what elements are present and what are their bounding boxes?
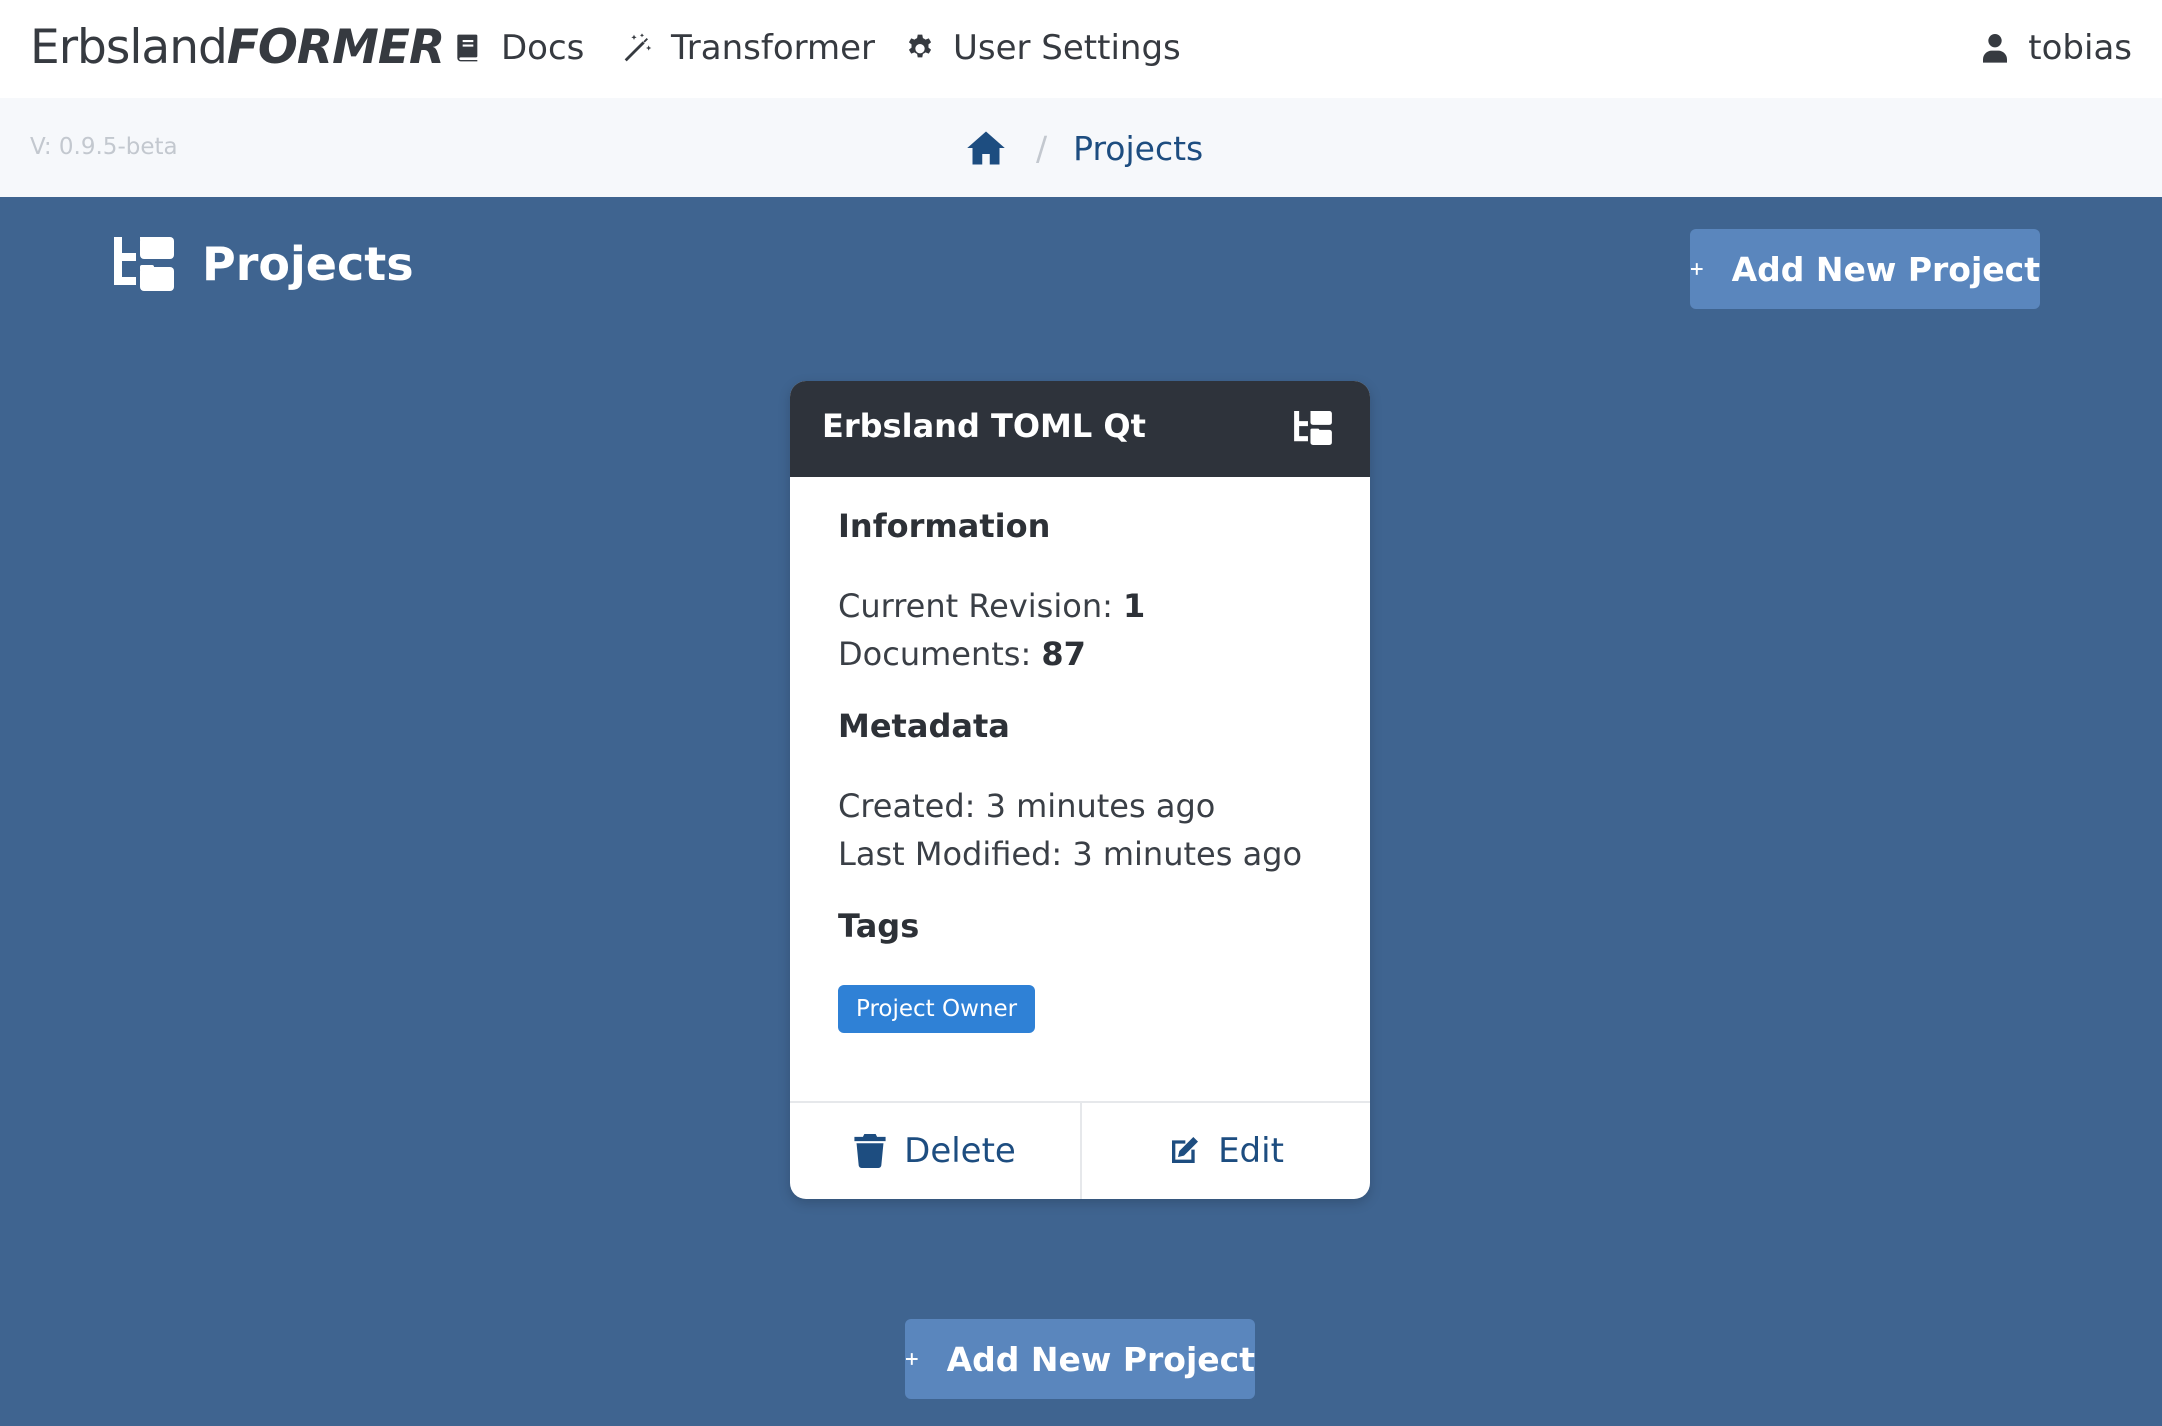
tag-badge: Project Owner (838, 985, 1036, 1033)
last-modified-text: Last Modified: 3 minutes ago (838, 835, 1303, 873)
tags-heading: Tags (838, 907, 920, 945)
gear-icon (908, 34, 932, 58)
brand-text-light: Erbsland (30, 20, 228, 75)
top-navbar: ErbslandFORMER Docs Transformer User Set… (0, 0, 2162, 98)
magic-wand-icon (624, 33, 652, 62)
trash-icon (854, 1134, 886, 1168)
user-menu[interactable]: tobias (1979, 24, 2132, 72)
username-label: tobias (2028, 28, 2132, 68)
nav-item-docs-label: Docs (501, 28, 585, 68)
current-revision-label: Current Revision: (838, 587, 1113, 625)
page-title-text: Projects (202, 237, 414, 291)
documents-value: 87 (1041, 635, 1086, 673)
project-card: Erbsland TOML Qt Information Current Rev… (790, 381, 1370, 1199)
edit-icon (1172, 1137, 1199, 1163)
breadcrumb: / Projects (966, 120, 1203, 176)
breadcrumb-bar: V: 0.9.5-beta / Projects (0, 98, 2162, 197)
project-tree-icon (1294, 411, 1332, 445)
documents-label: Documents: (838, 635, 1032, 673)
nav-item-docs[interactable]: Docs (452, 24, 584, 72)
documents-count: Documents: 87 (838, 635, 1086, 673)
delete-button-label: Delete (904, 1131, 1016, 1171)
brand-text-bold: FORMER (226, 20, 445, 75)
add-new-project-label: Add New Project (1731, 249, 2040, 289)
project-tree-icon (114, 237, 174, 291)
version-label: V: 0.9.5-beta (30, 134, 178, 160)
edit-button-label: Edit (1218, 1131, 1284, 1171)
metadata-heading: Metadata (838, 707, 1010, 745)
nav-item-transformer[interactable]: Transformer (622, 24, 875, 72)
home-icon (967, 131, 1005, 165)
brand-logo[interactable]: ErbslandFORMER (30, 20, 445, 76)
breadcrumb-current: Projects (1073, 128, 1204, 168)
book-icon (457, 34, 478, 62)
project-card-footer: Delete Edit (790, 1101, 1370, 1199)
current-revision-value: 1 (1123, 587, 1146, 625)
nav-item-user-settings[interactable]: User Settings (904, 24, 1181, 72)
nav-item-transformer-label: Transformer (671, 28, 876, 68)
delete-button[interactable]: Delete (790, 1103, 1080, 1199)
edit-button[interactable]: Edit (1080, 1103, 1370, 1199)
add-new-project-button[interactable]: Add New Project (1690, 229, 2040, 309)
plus-icon (1690, 263, 1703, 275)
project-card-title[interactable]: Erbsland TOML Qt (822, 407, 1146, 445)
information-heading: Information (838, 507, 1051, 545)
current-revision: Current Revision: 1 (838, 587, 1145, 625)
add-new-project-button-bottom[interactable]: Add New Project (905, 1319, 1255, 1399)
project-card-header[interactable]: Erbsland TOML Qt (790, 381, 1370, 477)
add-new-project-bottom-label: Add New Project (946, 1339, 1255, 1379)
plus-icon (905, 1353, 918, 1365)
nav-item-user-settings-label: User Settings (953, 28, 1181, 68)
breadcrumb-home[interactable] (966, 130, 1006, 166)
page-title: Projects (114, 232, 414, 296)
user-icon (1983, 34, 2008, 63)
created-text: Created: 3 minutes ago (838, 787, 1216, 825)
breadcrumb-separator: / (1036, 128, 1048, 168)
